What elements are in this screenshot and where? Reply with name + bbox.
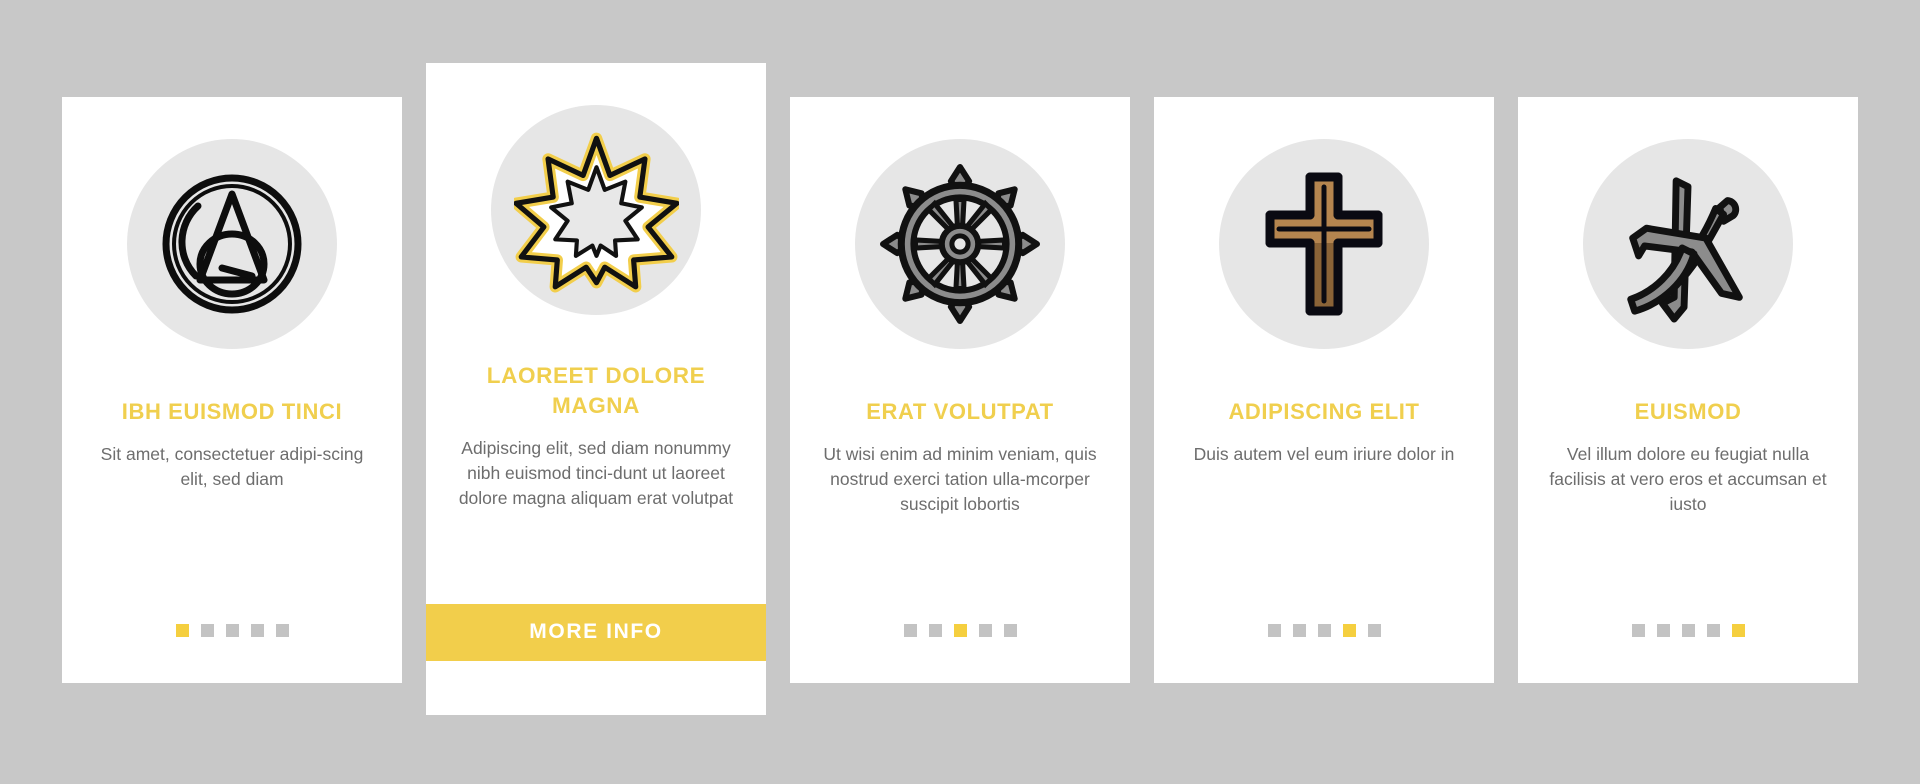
pagination-dot[interactable] (1706, 624, 1720, 637)
icon-circle-1 (127, 139, 337, 349)
icon-circle-3 (855, 139, 1065, 349)
card-title-1: IBH EUISMOD TINCI (121, 399, 343, 424)
confucianism-symbol-icon (1609, 165, 1767, 323)
pagination-dot[interactable] (903, 624, 917, 637)
pagination-dot[interactable] (275, 624, 289, 637)
card-description-4: Duis autem vel eum iriure dolor in (1193, 444, 1455, 465)
card-title-4: ADIPISCING ELIT (1228, 399, 1420, 424)
card-title-3: ERAT VOLUTPAT (866, 399, 1054, 424)
dharma-wheel-icon (879, 163, 1041, 325)
pagination-dot[interactable] (225, 624, 239, 637)
pagination-dot[interactable] (1292, 624, 1306, 637)
onboarding-card-1[interactable]: IBH EUISMOD TINCI Sit amet, consectetuer… (62, 97, 402, 683)
card-description-3: Ut wisi enim ad minim veniam, quis nostr… (823, 444, 1097, 514)
card-description-2: Adipiscing elit, sed diam nonummy nibh e… (458, 438, 734, 509)
pagination-dots-5[interactable] (1631, 624, 1745, 637)
atheism-symbol-icon (152, 164, 312, 324)
pagination-dots-1[interactable] (175, 624, 289, 637)
christian-cross-icon (1249, 169, 1399, 319)
onboarding-screens-container: IBH EUISMOD TINCI Sit amet, consectetuer… (0, 0, 1920, 784)
pagination-dot[interactable] (1367, 624, 1381, 637)
pagination-dots-3[interactable] (903, 624, 1017, 637)
pagination-dot[interactable] (175, 624, 189, 637)
pagination-dot[interactable] (1342, 624, 1356, 637)
icon-circle-2 (491, 105, 701, 315)
pagination-dot[interactable] (1656, 624, 1670, 637)
more-info-button[interactable]: MORE INFO (426, 604, 766, 661)
icon-circle-4 (1219, 139, 1429, 349)
pagination-dot[interactable] (1267, 624, 1281, 637)
pagination-dot[interactable] (953, 624, 967, 637)
pagination-dot[interactable] (1631, 624, 1645, 637)
card-title-2: LAOREET DOLORE MAGNA (486, 363, 706, 418)
card-title-5: EUISMOD (1634, 399, 1742, 424)
pagination-dot[interactable] (200, 624, 214, 637)
icon-circle-5 (1583, 139, 1793, 349)
card-description-1: Sit amet, consectetuer adipi-scing elit,… (100, 444, 364, 489)
card-description-5: Vel illum dolore eu feugiat nulla facili… (1549, 444, 1827, 514)
onboarding-card-5[interactable]: EUISMOD Vel illum dolore eu feugiat null… (1518, 97, 1858, 683)
pagination-dot[interactable] (928, 624, 942, 637)
bahai-nine-pointed-star-icon (513, 128, 679, 293)
pagination-dots-4[interactable] (1267, 624, 1381, 637)
pagination-dot[interactable] (1003, 624, 1017, 637)
onboarding-card-4[interactable]: ADIPISCING ELIT Duis autem vel eum iriur… (1154, 97, 1494, 683)
pagination-dot[interactable] (1317, 624, 1331, 637)
pagination-dot[interactable] (1731, 624, 1745, 637)
pagination-dot[interactable] (978, 624, 992, 637)
pagination-dot[interactable] (250, 624, 264, 637)
pagination-dot[interactable] (1681, 624, 1695, 637)
onboarding-card-3[interactable]: ERAT VOLUTPAT Ut wisi enim ad minim veni… (790, 97, 1130, 683)
onboarding-card-2[interactable]: LAOREET DOLORE MAGNA Adipiscing elit, se… (426, 63, 766, 715)
